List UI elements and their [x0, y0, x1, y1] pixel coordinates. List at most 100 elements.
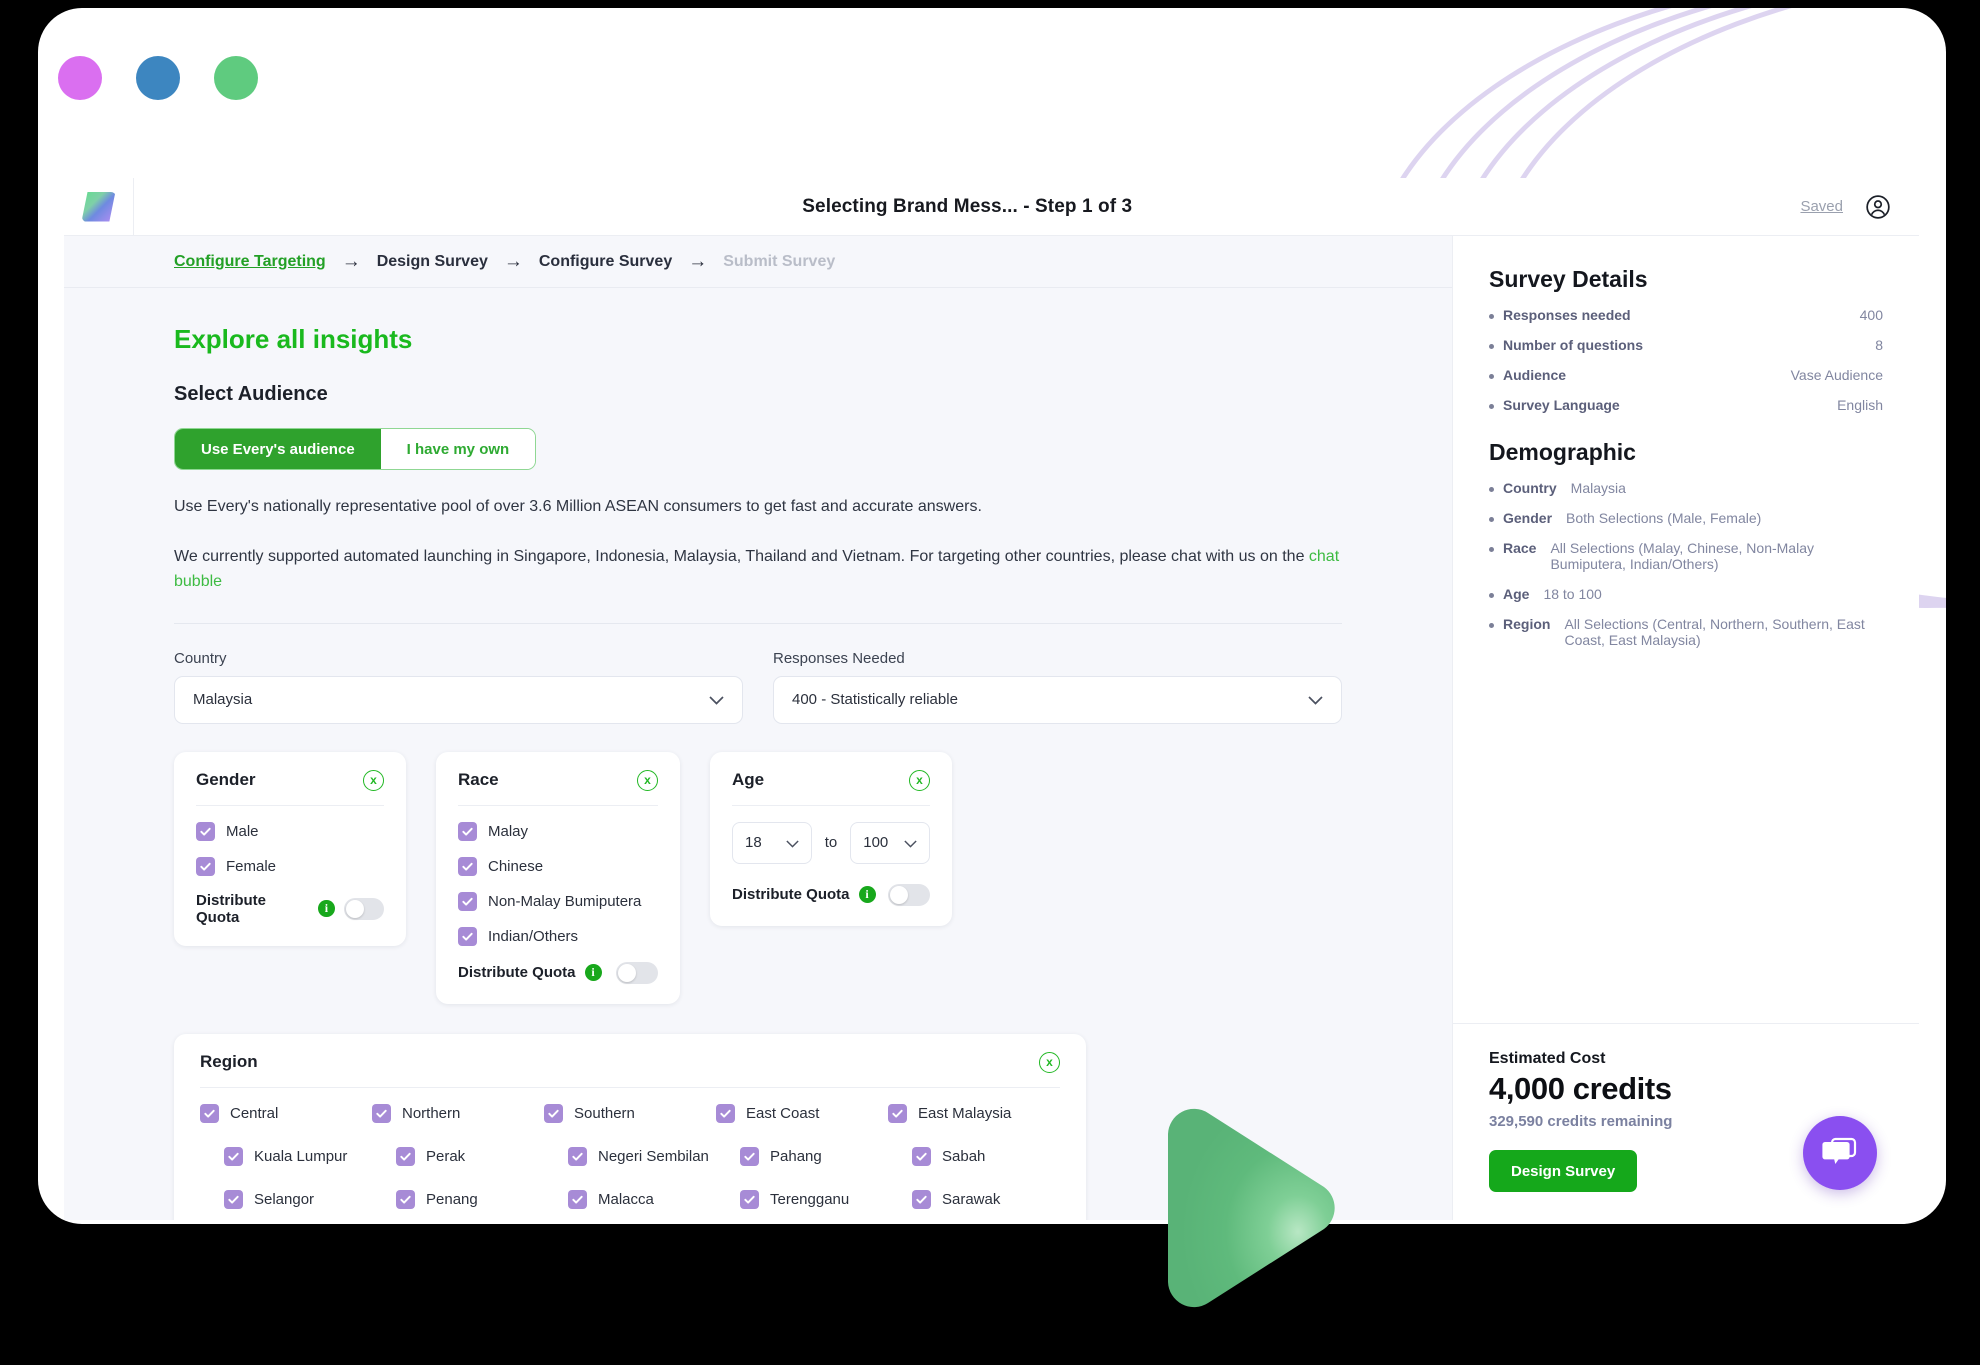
checkbox-checked-icon[interactable]: [396, 1146, 415, 1166]
checkbox-row[interactable]: Southern: [544, 1103, 716, 1123]
checkbox-checked-icon[interactable]: [224, 1189, 243, 1209]
close-icon[interactable]: x: [909, 769, 930, 791]
checkbox-checked-icon[interactable]: [372, 1103, 391, 1123]
checkbox-row[interactable]: Non-Malay Bumiputera: [458, 891, 658, 911]
checkbox-row[interactable]: Sarawak: [912, 1189, 1060, 1209]
checkbox-row[interactable]: East Malaysia: [888, 1103, 1060, 1123]
checkbox-checked-icon[interactable]: [740, 1146, 759, 1166]
survey-title: Selecting Brand Mess... - Step 1 of 3: [802, 195, 1133, 217]
detail-value: Vase Audience: [1790, 367, 1883, 383]
region-northern: Northern: [402, 1104, 461, 1122]
distribute-quota-label: Distribute Quota: [732, 886, 850, 904]
age-distribute-quota-row: Distribute Quota i: [732, 883, 930, 906]
checkbox-checked-icon[interactable]: [716, 1103, 735, 1123]
audience-pool-description: Use Every's nationally representative po…: [174, 498, 982, 515]
distribute-quota-label: Distribute Quota: [458, 964, 576, 982]
checkbox-checked-icon[interactable]: [196, 821, 215, 841]
detail-key: Responses needed: [1503, 307, 1631, 323]
checkbox-checked-icon[interactable]: [888, 1103, 907, 1123]
checkbox-checked-icon[interactable]: [568, 1189, 587, 1209]
checkbox-row[interactable]: Negeri Sembilan: [568, 1146, 716, 1166]
checkbox-checked-icon[interactable]: [912, 1189, 931, 1209]
app-logo[interactable]: [64, 178, 134, 236]
checkbox-checked-icon[interactable]: [568, 1146, 587, 1166]
breadcrumb-configure-targeting[interactable]: Configure Targeting: [174, 253, 326, 271]
close-icon[interactable]: x: [1039, 1051, 1060, 1073]
green-dot[interactable]: [214, 56, 258, 100]
demographic-value: All Selections (Central, Northern, South…: [1564, 616, 1865, 648]
demographic-key: Gender: [1503, 510, 1553, 526]
checkbox-checked-icon[interactable]: [224, 1146, 243, 1166]
use-everys-audience-button[interactable]: Use Every's audience: [175, 429, 381, 469]
checkbox-row[interactable]: Perak: [396, 1146, 544, 1166]
region-sabah: Sabah: [942, 1147, 986, 1165]
checkbox-row[interactable]: Sabah: [912, 1146, 1060, 1166]
region-grid: Central Kuala Lumpur Selangor Northern P…: [200, 1103, 1060, 1220]
close-icon[interactable]: x: [637, 769, 658, 791]
checkbox-row[interactable]: Female: [196, 856, 384, 876]
demographic-value: Both Selections (Male, Female): [1566, 510, 1762, 526]
design-survey-button[interactable]: Design Survey: [1489, 1150, 1638, 1192]
race-card-header: Race x: [458, 769, 658, 791]
i-have-my-own-button[interactable]: I have my own: [380, 429, 536, 469]
race-option-malay: Malay: [488, 822, 529, 840]
region-card-header: Region x: [200, 1051, 1060, 1073]
checkbox-checked-icon[interactable]: [200, 1103, 219, 1123]
age-to-select[interactable]: 100: [850, 821, 930, 864]
checkbox-row[interactable]: Central: [200, 1103, 372, 1123]
responses-needed-field: Responses Needed 400 - Statistically rel…: [773, 650, 1342, 724]
topbar-actions: Saved: [1800, 194, 1919, 220]
checkbox-row[interactable]: Malay: [458, 821, 658, 841]
checkbox-checked-icon[interactable]: [740, 1189, 759, 1209]
breadcrumb-submit-survey[interactable]: Submit Survey: [723, 253, 835, 271]
checkbox-checked-icon[interactable]: [196, 856, 215, 876]
divider: [732, 804, 930, 806]
age-from-select[interactable]: 18: [732, 821, 812, 864]
checkbox-checked-icon[interactable]: [458, 856, 477, 876]
info-icon[interactable]: i: [858, 886, 876, 904]
checkbox-row[interactable]: Indian/Others: [458, 926, 658, 946]
avatar-icon[interactable]: [1865, 194, 1891, 220]
info-icon[interactable]: i: [584, 964, 602, 982]
supported-countries-text: We currently supported automated launchi…: [174, 547, 1309, 565]
info-icon[interactable]: i: [318, 900, 335, 918]
region-sarawak: Sarawak: [942, 1190, 1001, 1208]
checkbox-row[interactable]: Pahang: [740, 1146, 888, 1166]
checkbox-row[interactable]: Northern: [372, 1103, 544, 1123]
region-east-coast: East Coast: [746, 1104, 820, 1122]
checkbox-checked-icon[interactable]: [396, 1189, 415, 1209]
breadcrumb-design-survey[interactable]: Design Survey: [377, 253, 488, 271]
checkbox-row[interactable]: Male: [196, 821, 384, 841]
detail-key: Survey Language: [1503, 397, 1620, 413]
checkbox-checked-icon[interactable]: [458, 926, 477, 946]
close-icon[interactable]: x: [363, 769, 384, 791]
checkbox-row[interactable]: Kuala Lumpur: [224, 1146, 372, 1166]
blue-dot[interactable]: [136, 56, 180, 100]
race-distribute-quota-toggle[interactable]: [616, 961, 658, 984]
demographic-key: Region: [1503, 616, 1551, 632]
gender-distribute-quota-toggle[interactable]: [343, 897, 384, 920]
page-title: Explore all insights: [174, 324, 413, 354]
chat-bubble-button[interactable]: [1803, 1116, 1877, 1190]
checkbox-row[interactable]: Penang: [396, 1189, 544, 1209]
breadcrumb-configure-survey[interactable]: Configure Survey: [539, 253, 672, 271]
saved-status[interactable]: Saved: [1800, 198, 1843, 215]
checkbox-checked-icon[interactable]: [912, 1146, 931, 1166]
demographic-row-race: Race All Selections (Malay, Chinese, Non…: [1489, 540, 1883, 572]
country-select[interactable]: Malaysia: [174, 675, 743, 724]
checkbox-row[interactable]: East Coast: [716, 1103, 888, 1123]
purple-dot[interactable]: [58, 56, 102, 100]
checkbox-row[interactable]: Malacca: [568, 1189, 716, 1209]
main-scroll-area[interactable]: Explore all insights Select Audience Use…: [64, 288, 1452, 1220]
demographic-row-gender: Gender Both Selections (Male, Female): [1489, 510, 1883, 526]
checkbox-row[interactable]: Terengganu: [740, 1189, 888, 1209]
responses-needed-label: Responses Needed: [773, 649, 905, 667]
age-distribute-quota-toggle[interactable]: [888, 883, 930, 906]
responses-needed-select[interactable]: 400 - Statistically reliable: [773, 675, 1342, 724]
checkbox-checked-icon[interactable]: [458, 821, 477, 841]
checkbox-row[interactable]: Chinese: [458, 856, 658, 876]
checkbox-row[interactable]: Selangor: [224, 1189, 372, 1209]
app-window: Selecting Brand Mess... - Step 1 of 3 Sa…: [64, 178, 1919, 1220]
checkbox-checked-icon[interactable]: [544, 1103, 563, 1123]
checkbox-checked-icon[interactable]: [458, 891, 477, 911]
